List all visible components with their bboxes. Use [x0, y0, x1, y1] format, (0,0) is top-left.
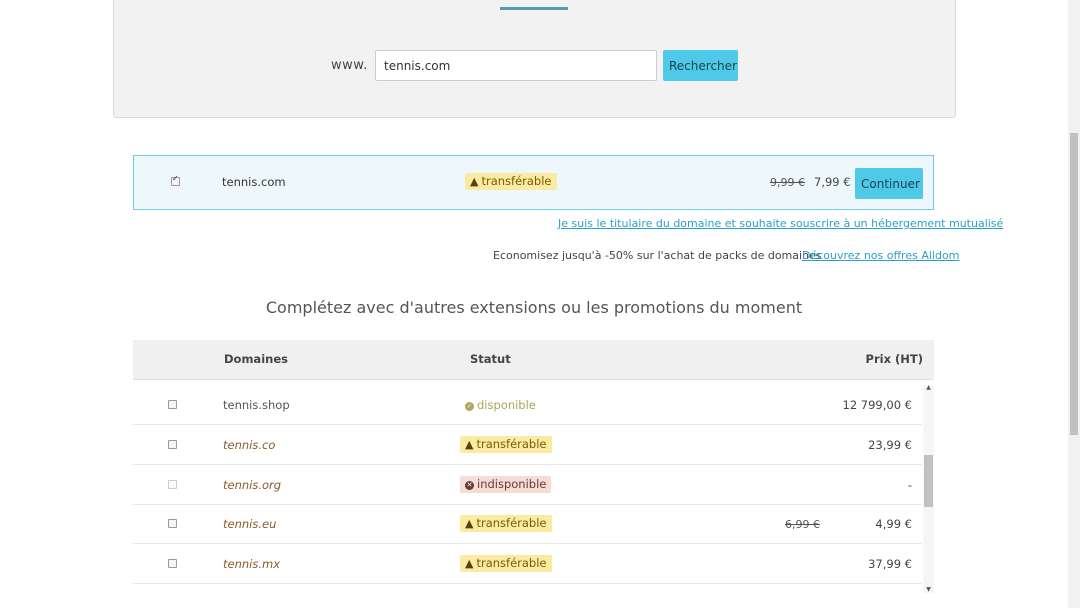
row-checkbox[interactable]	[168, 400, 177, 409]
row-domain: tennis.shop	[223, 398, 290, 412]
scroll-down-arrow-icon[interactable]: ▼	[923, 586, 934, 593]
promo-text: Economisez jusqu'à -50% sur l'achat de p…	[493, 249, 822, 262]
warning-icon: ▲	[465, 438, 474, 451]
status-badge: ▲ transférable	[460, 436, 552, 453]
table-row: tennis.shop ✓ disponible 12 799,00 €	[133, 385, 922, 425]
table-row: tennis.eu ▲ transférable 6,99 € 4,99 €	[133, 504, 922, 544]
status-label: transférable	[481, 174, 552, 188]
domains-table-header: Domaines Statut Prix (HT)	[133, 340, 934, 380]
domain-search-input[interactable]	[375, 50, 657, 81]
price: 7,99 €	[814, 175, 851, 189]
page-scrollbar[interactable]	[1068, 0, 1080, 608]
row-domain: tennis.eu	[223, 517, 277, 531]
row-price: 23,99 €	[868, 438, 912, 452]
page-scrollbar-thumb[interactable]	[1070, 133, 1078, 435]
status-badge: ✓ disponible	[460, 397, 541, 414]
table-row: tennis.mx ▲ transférable 37,99 €	[133, 544, 922, 584]
row-domain: tennis.org	[223, 478, 282, 492]
check-circle-icon: ✓	[465, 402, 474, 411]
row-price: 4,99 €	[875, 517, 912, 531]
status-label: transférable	[476, 516, 547, 530]
row-checkbox[interactable]	[168, 440, 177, 449]
row-checkbox[interactable]	[168, 519, 177, 528]
warning-icon: ▲	[470, 175, 479, 188]
row-price: 37,99 €	[868, 557, 912, 571]
domains-table-body: tennis.shop ✓ disponible 12 799,00 € tenn…	[133, 385, 934, 593]
table-row: tennis.co ▲ transférable 23,99 €	[133, 425, 922, 465]
scroll-up-arrow-icon[interactable]: ▲	[923, 384, 934, 391]
selected-domain-row: tennis.com ▲transférable 9,99 € 7,99 € C…	[133, 155, 934, 210]
header-domains: Domaines	[224, 352, 288, 366]
row-checkbox	[168, 480, 177, 489]
header-status: Statut	[470, 352, 511, 366]
www-prefix-label: www.	[331, 58, 368, 73]
status-badge: ▲ transférable	[460, 515, 552, 532]
status-label: indisponible	[477, 477, 547, 491]
selected-domain-name: tennis.com	[222, 175, 286, 189]
status-badge: ▲ transférable	[460, 555, 552, 572]
table-scrollbar[interactable]: ▲ ▼	[923, 384, 934, 593]
row-domain: tennis.mx	[223, 557, 281, 571]
selected-domain-checkbox[interactable]	[171, 174, 180, 186]
row-old-price: 6,99 €	[785, 518, 820, 531]
section-title: Complétez avec d'autres extensions ou le…	[265, 298, 803, 317]
row-price: 12 799,00 €	[842, 398, 913, 412]
status-badge: ✕ indisponible	[460, 476, 552, 493]
active-tab-indicator	[500, 7, 568, 10]
old-price: 9,99 €	[770, 176, 805, 189]
header-price: Prix (HT)	[865, 352, 923, 366]
search-button[interactable]: Rechercher	[663, 50, 738, 81]
row-price: -	[907, 478, 912, 492]
status-label: disponible	[477, 398, 536, 412]
row-checkbox[interactable]	[168, 559, 177, 568]
status-badge: ▲ transférable	[465, 173, 557, 190]
status-label: transférable	[476, 437, 547, 451]
table-scrollbar-thumb[interactable]	[924, 455, 933, 507]
x-circle-icon: ✕	[465, 481, 474, 490]
alldom-offers-link[interactable]: Découvrez nos offres Alldom	[802, 249, 959, 262]
search-panel: www. Rechercher	[113, 0, 956, 118]
row-domain: tennis.co	[223, 438, 276, 452]
continue-button[interactable]: Continuer	[855, 168, 923, 199]
table-row: tennis.org ✕ indisponible -	[133, 465, 922, 505]
status-label: transférable	[476, 556, 547, 570]
hosting-link[interactable]: Je suis le titulaire du domaine et souha…	[558, 217, 1003, 230]
warning-icon: ▲	[465, 517, 474, 530]
warning-icon: ▲	[465, 557, 474, 570]
